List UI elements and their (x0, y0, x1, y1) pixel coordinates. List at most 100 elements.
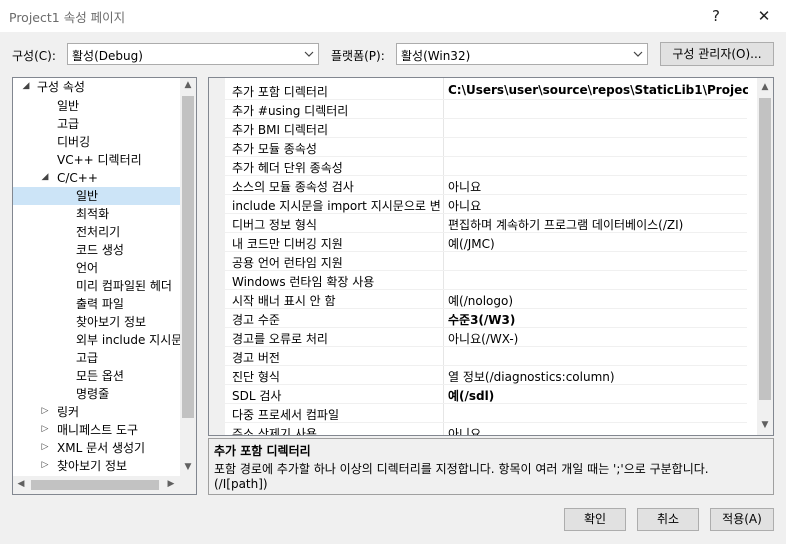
grid-vertical-scrollbar[interactable]: ▲ ▼ (757, 78, 773, 435)
property-name: 추가 헤더 단위 종속성 (232, 161, 343, 175)
property-value[interactable]: 예(/nologo) (448, 292, 748, 309)
property-row[interactable]: 디버그 정보 형식 편집하며 계속하기 프로그램 데이터베이스(/ZI) (209, 214, 747, 233)
property-name: 내 코드만 디버깅 지원 (232, 237, 343, 251)
property-row[interactable]: 시작 배너 표시 안 함 예(/nologo) (209, 290, 747, 309)
property-value[interactable]: 열 정보(/diagnostics:column) (448, 368, 748, 385)
tree-item-preprocessor[interactable]: 전처리기 (76, 223, 120, 241)
property-value[interactable]: 아니요 (448, 197, 748, 214)
description-switch: (/I[path]) (214, 477, 268, 491)
scroll-up-icon[interactable]: ▲ (757, 82, 773, 92)
description-title: 추가 포함 디렉터리 (214, 444, 311, 458)
config-label: 구성(C): (12, 49, 56, 63)
grid-viewport: 추가 포함 디렉터리 C:\Users\user\source\repos\St… (209, 78, 757, 435)
tree-item-cpp-advanced[interactable]: 고급 (76, 349, 98, 367)
apply-button[interactable]: 적용(A) (710, 508, 774, 531)
property-name: 디버그 정보 형식 (232, 218, 317, 232)
help-button[interactable]: ? (696, 0, 736, 32)
tree-item-output-files[interactable]: 출력 파일 (76, 295, 124, 313)
property-value[interactable]: 수준3(/W3) (448, 311, 748, 328)
platform-value: 활성(Win32) (401, 49, 471, 63)
config-dropdown[interactable]: 활성(Debug) (67, 43, 319, 65)
property-row[interactable]: 진단 형식 열 정보(/diagnostics:column) (209, 366, 747, 385)
tree-item-all-options[interactable]: 모든 옵션 (76, 367, 124, 385)
expanded-toggle-icon[interactable]: ◢ (21, 81, 31, 91)
description-panel: 추가 포함 디렉터리 포함 경로에 추가할 하나 이상의 디렉터리를 지정합니다… (208, 438, 774, 495)
property-value[interactable]: 아니요(/WX-) (448, 330, 748, 347)
property-row[interactable]: 소스의 모듈 종속성 검사 아니요 (209, 176, 747, 195)
property-row[interactable]: 다중 프로세서 컴파일 (209, 404, 747, 423)
property-row[interactable]: 추가 #using 디렉터리 (209, 100, 747, 119)
property-value[interactable]: 아니요 (448, 178, 748, 195)
property-name: 소스의 모듈 종속성 검사 (232, 180, 354, 194)
ok-button[interactable]: 확인 (564, 508, 626, 531)
tree-item-manifest-tool[interactable]: 매니페스트 도구 (57, 421, 138, 439)
property-value[interactable]: 아니요 (448, 425, 748, 435)
tree-item-browse-information[interactable]: 찾아보기 정보 (57, 457, 127, 475)
tree-vertical-scrollbar[interactable]: ▲ ▼ (180, 78, 196, 476)
property-row[interactable]: 추가 BMI 디렉터리 (209, 119, 747, 138)
tree-item-root[interactable]: 구성 속성 (37, 78, 85, 96)
scroll-right-icon[interactable]: ▶ (165, 479, 177, 489)
tree-item-code-generation[interactable]: 코드 생성 (76, 241, 124, 259)
close-button[interactable]: ✕ (744, 0, 784, 32)
property-value[interactable]: 예(/sdl) (448, 387, 748, 404)
collapsed-toggle-icon[interactable]: ▷ (40, 406, 50, 416)
property-grid: 추가 포함 디렉터리 C:\Users\user\source\repos\St… (208, 77, 774, 436)
window-title: Project1 속성 페이지 (9, 10, 126, 25)
platform-label: 플랫폼(P): (331, 49, 385, 63)
property-row[interactable]: 경고 버전 (209, 347, 747, 366)
collapsed-toggle-icon[interactable]: ▷ (40, 424, 50, 434)
tree-item-browse-info[interactable]: 찾아보기 정보 (76, 313, 146, 331)
property-row[interactable]: 공용 언어 런타임 지원 (209, 252, 747, 271)
property-row[interactable]: SDL 검사 예(/sdl) (209, 385, 747, 404)
tree-item-optimization[interactable]: 최적화 (76, 205, 109, 223)
tree-item-linker[interactable]: 링커 (57, 403, 79, 421)
property-name: include 지시문을 import 지시문으로 변환 (232, 199, 440, 213)
collapsed-toggle-icon[interactable]: ▷ (40, 460, 50, 470)
tree-item-cpp-general-selected[interactable]: 일반 (13, 187, 181, 205)
tree-item-general[interactable]: 일반 (57, 97, 79, 115)
collapsed-toggle-icon[interactable]: ▷ (40, 442, 50, 452)
tree-item-external-includes[interactable]: 외부 include 지시문 (76, 331, 181, 349)
property-name: SDL 검사 (232, 389, 282, 403)
property-row[interactable]: Windows 런타임 확장 사용 (209, 271, 747, 290)
expanded-toggle-icon[interactable]: ◢ (40, 172, 50, 182)
property-row[interactable]: include 지시문을 import 지시문으로 변환 아니요 (209, 195, 747, 214)
property-row[interactable]: 주소 삭제기 사용 아니요 (209, 423, 747, 435)
config-manager-button[interactable]: 구성 관리자(O)... (660, 42, 774, 66)
tree-item-debugging[interactable]: 디버깅 (57, 133, 90, 151)
tree-item-xml-doc-generator[interactable]: XML 문서 생성기 (57, 439, 145, 457)
scroll-left-icon[interactable]: ◀ (15, 479, 27, 489)
cancel-button[interactable]: 취소 (637, 508, 699, 531)
property-row[interactable]: 경고를 오류로 처리 아니요(/WX-) (209, 328, 747, 347)
platform-dropdown[interactable]: 활성(Win32) (396, 43, 648, 65)
property-name: 추가 BMI 디렉터리 (232, 123, 328, 137)
property-row[interactable]: 내 코드만 디버깅 지원 예(/JMC) (209, 233, 747, 252)
scroll-down-icon[interactable]: ▼ (180, 462, 196, 472)
tree-horizontal-scrollbar[interactable]: ◀ ▶ (13, 476, 196, 494)
property-name: 경고 버전 (232, 351, 280, 365)
scrollbar-thumb[interactable] (759, 98, 771, 400)
tree-item-vc-directories[interactable]: VC++ 디렉터리 (57, 151, 142, 169)
tree-item-language[interactable]: 언어 (76, 259, 98, 277)
property-name: 진단 형식 (232, 370, 280, 384)
scrollbar-thumb[interactable] (182, 96, 194, 418)
title-bar: Project1 속성 페이지 ? ✕ (0, 0, 786, 32)
scroll-up-icon[interactable]: ▲ (180, 80, 196, 90)
property-value[interactable]: C:\Users\user\source\repos\StaticLib1\Pr… (448, 83, 748, 97)
property-value[interactable]: 예(/JMC) (448, 235, 748, 252)
scrollbar-thumb[interactable] (31, 480, 159, 490)
property-row[interactable]: 추가 모듈 종속성 (209, 138, 747, 157)
property-name: 주소 삭제기 사용 (232, 427, 317, 435)
tree-item-advanced[interactable]: 고급 (57, 115, 79, 133)
property-row[interactable]: 추가 포함 디렉터리 C:\Users\user\source\repos\St… (209, 81, 748, 100)
property-name: 추가 모듈 종속성 (232, 142, 317, 156)
property-name: 경고 수준 (232, 313, 280, 327)
tree-item-cpp[interactable]: C/C++ (57, 169, 98, 187)
property-row[interactable]: 경고 수준 수준3(/W3) (209, 309, 747, 328)
property-value[interactable]: 편집하며 계속하기 프로그램 데이터베이스(/ZI) (448, 216, 748, 233)
property-row[interactable]: 추가 헤더 단위 종속성 (209, 157, 747, 176)
tree-item-command-line[interactable]: 명령줄 (76, 385, 109, 403)
tree-item-precompiled-headers[interactable]: 미리 컴파일된 헤더 (76, 277, 172, 295)
scroll-down-icon[interactable]: ▼ (757, 420, 773, 430)
